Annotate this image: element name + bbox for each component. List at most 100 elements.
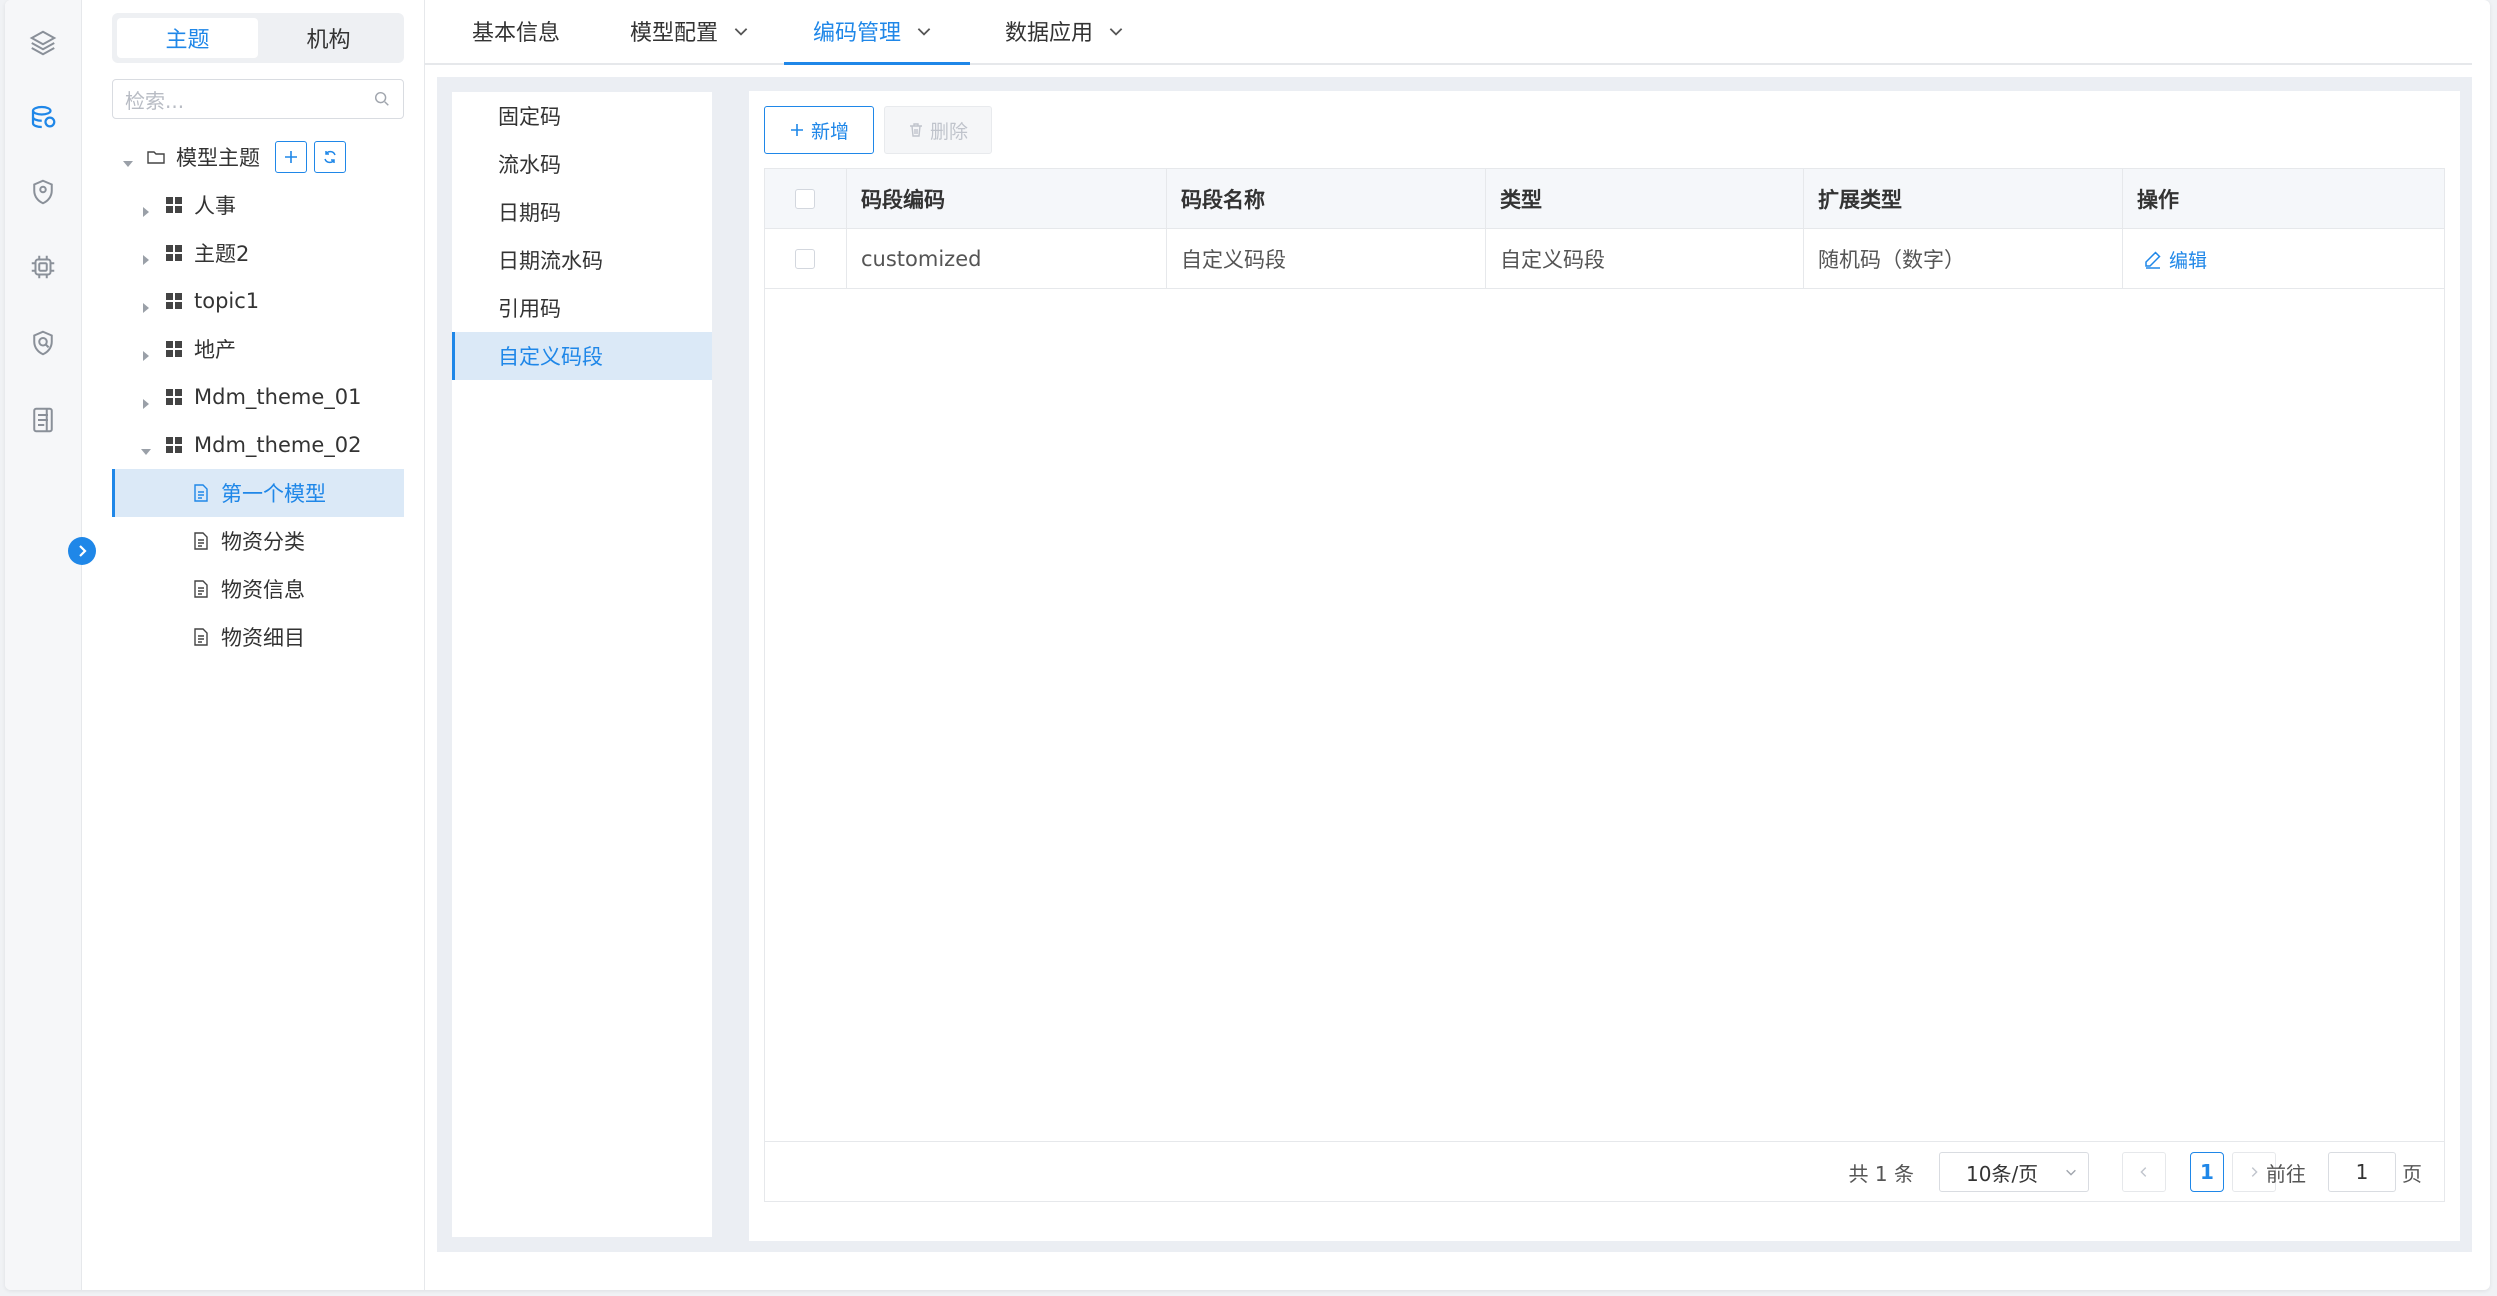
table-header: 码段编码 码段名称 类型 扩展类型 操作 bbox=[765, 169, 2444, 229]
tree-node[interactable]: Mdm_theme_01 bbox=[112, 373, 404, 421]
menu-item-reference-code[interactable]: 引用码 bbox=[452, 284, 712, 332]
goto-page-input[interactable]: 1 bbox=[2328, 1152, 2396, 1192]
tree-leaf-label: 第一个模型 bbox=[221, 482, 326, 506]
tree-node[interactable]: 主题2 bbox=[112, 229, 404, 277]
tree-leaf-label: 物资分类 bbox=[221, 530, 305, 554]
code-segment-card: 新增 删除 码段编码 码段名称 类型 扩展类型 操作 customized 自定… bbox=[749, 91, 2460, 1241]
add-button[interactable]: 新增 bbox=[764, 106, 874, 154]
tree-node-label: Mdm_theme_02 bbox=[194, 433, 362, 457]
tree-leaf[interactable]: 物资分类 bbox=[112, 517, 404, 565]
header-ext-type: 扩展类型 bbox=[1804, 169, 2123, 229]
header-checkbox-cell bbox=[765, 169, 847, 229]
code-type-menu: 固定码 流水码 日期码 日期流水码 引用码 自定义码段 bbox=[452, 92, 712, 1237]
caret-right-icon[interactable] bbox=[140, 391, 152, 409]
tab-model-config[interactable]: 模型配置 bbox=[630, 0, 750, 65]
database-icon[interactable] bbox=[28, 102, 58, 132]
chevron-down-icon bbox=[917, 27, 931, 36]
tree-node[interactable]: topic1 bbox=[112, 277, 404, 325]
pagination-total: 共 1 条 bbox=[1848, 1161, 1914, 1186]
caret-right-icon[interactable] bbox=[140, 199, 152, 217]
tree-leaf-label: 物资信息 bbox=[221, 578, 305, 602]
tab-code-management[interactable]: 编码管理 bbox=[813, 0, 933, 65]
tree-node-label: 地产 bbox=[194, 338, 236, 362]
grid-icon bbox=[164, 435, 184, 455]
tree-node-label: 人事 bbox=[194, 194, 236, 218]
tree-node[interactable]: 人事 bbox=[112, 181, 404, 229]
icon-rail bbox=[5, 0, 82, 1290]
search-placeholder: 检索... bbox=[125, 88, 185, 113]
tree-root[interactable]: 模型主题 bbox=[112, 133, 404, 181]
tab-label: 模型配置 bbox=[630, 20, 719, 46]
menu-item-custom-segment[interactable]: 自定义码段 bbox=[452, 332, 712, 380]
prev-page-button[interactable] bbox=[2122, 1152, 2166, 1192]
chevron-right-icon bbox=[2251, 1167, 2258, 1177]
plus-icon bbox=[285, 151, 297, 163]
tree-leaf[interactable]: 物资信息 bbox=[112, 565, 404, 613]
cell-code: customized bbox=[847, 229, 1167, 289]
grid-icon bbox=[164, 339, 184, 359]
caret-right-icon[interactable] bbox=[140, 295, 152, 313]
search-icon[interactable] bbox=[373, 90, 391, 108]
tab-label: 基本信息 bbox=[472, 20, 561, 46]
page-size-select[interactable]: 10条/页 bbox=[1939, 1152, 2089, 1192]
select-all-checkbox[interactable] bbox=[795, 189, 815, 209]
document-list-icon[interactable] bbox=[28, 405, 58, 435]
active-tab-indicator bbox=[784, 62, 970, 65]
refresh-button[interactable] bbox=[314, 141, 346, 173]
top-tabs: 基本信息 模型配置 编码管理 数据应用 bbox=[425, 0, 2472, 65]
chevron-down-icon bbox=[734, 27, 748, 36]
menu-item-date-code[interactable]: 日期码 bbox=[452, 188, 712, 236]
tree-panel: 主题 机构 检索... 模型主题 人事 主题2 topic1 地产 Mdm_th… bbox=[82, 0, 425, 1290]
row-checkbox-cell bbox=[765, 229, 847, 289]
caret-down-icon[interactable] bbox=[140, 439, 152, 455]
caret-right-icon[interactable] bbox=[140, 247, 152, 265]
tab-label: 编码管理 bbox=[813, 20, 902, 46]
row-checkbox[interactable] bbox=[795, 249, 815, 269]
edit-link[interactable]: 编辑 bbox=[2143, 246, 2207, 273]
chevron-down-icon bbox=[1109, 27, 1123, 36]
goto-label: 前往 bbox=[2266, 1161, 2306, 1186]
page-suffix: 页 bbox=[2402, 1161, 2422, 1186]
cell-ext-type: 随机码（数字） bbox=[1804, 229, 2123, 289]
tree-root-label: 模型主题 bbox=[176, 146, 260, 170]
delete-button-label: 删除 bbox=[929, 120, 968, 143]
tree-node[interactable]: Mdm_theme_02 bbox=[112, 421, 404, 469]
view-switcher: 主题 机构 bbox=[112, 13, 404, 63]
tree-leaf-selected[interactable]: 第一个模型 bbox=[112, 469, 404, 517]
menu-item-date-serial-code[interactable]: 日期流水码 bbox=[452, 236, 712, 284]
main-area: 基本信息 模型配置 编码管理 数据应用 固定码 流水码 日期码 日期流水码 引用… bbox=[425, 0, 2490, 1290]
page-size-value: 10条/页 bbox=[1966, 1161, 2039, 1186]
document-icon bbox=[191, 483, 211, 503]
location-shield-icon[interactable] bbox=[28, 177, 58, 207]
tree-node[interactable]: 地产 bbox=[112, 325, 404, 373]
add-topic-button[interactable] bbox=[275, 141, 307, 173]
tab-label: 数据应用 bbox=[1005, 20, 1094, 46]
menu-item-serial-code[interactable]: 流水码 bbox=[452, 140, 712, 188]
tree-node-label: 主题2 bbox=[194, 242, 250, 266]
chip-icon[interactable] bbox=[28, 252, 58, 282]
tab-basic-info[interactable]: 基本信息 bbox=[472, 0, 560, 65]
search-input[interactable]: 检索... bbox=[112, 79, 404, 119]
tab-data-application[interactable]: 数据应用 bbox=[1005, 0, 1125, 65]
delete-button[interactable]: 删除 bbox=[884, 106, 992, 154]
page-number-current[interactable]: 1 bbox=[2190, 1152, 2224, 1192]
plus-icon bbox=[790, 124, 803, 136]
chevron-right-icon bbox=[79, 545, 87, 557]
layers-icon[interactable] bbox=[28, 28, 58, 58]
pagination: 共 1 条 10条/页 1 前往 1 页 bbox=[765, 1141, 2444, 1201]
expand-sidebar-button[interactable] bbox=[68, 537, 96, 565]
tab-topic[interactable]: 主题 bbox=[117, 18, 258, 58]
caret-down-icon[interactable] bbox=[122, 151, 134, 167]
menu-item-fixed-code[interactable]: 固定码 bbox=[452, 92, 712, 140]
security-shield-icon[interactable] bbox=[28, 328, 58, 358]
cell-action: 编辑 bbox=[2123, 229, 2444, 289]
tab-org[interactable]: 机构 bbox=[258, 18, 399, 58]
tree-leaf[interactable]: 物资细目 bbox=[112, 613, 404, 661]
document-icon bbox=[191, 627, 211, 647]
grid-icon bbox=[164, 387, 184, 407]
grid-icon bbox=[164, 243, 184, 263]
caret-right-icon[interactable] bbox=[140, 343, 152, 361]
chevron-left-icon bbox=[2140, 1167, 2147, 1177]
table-row: customized 自定义码段 自定义码段 随机码（数字） 编辑 bbox=[765, 229, 2444, 289]
header-action: 操作 bbox=[2137, 188, 2179, 212]
